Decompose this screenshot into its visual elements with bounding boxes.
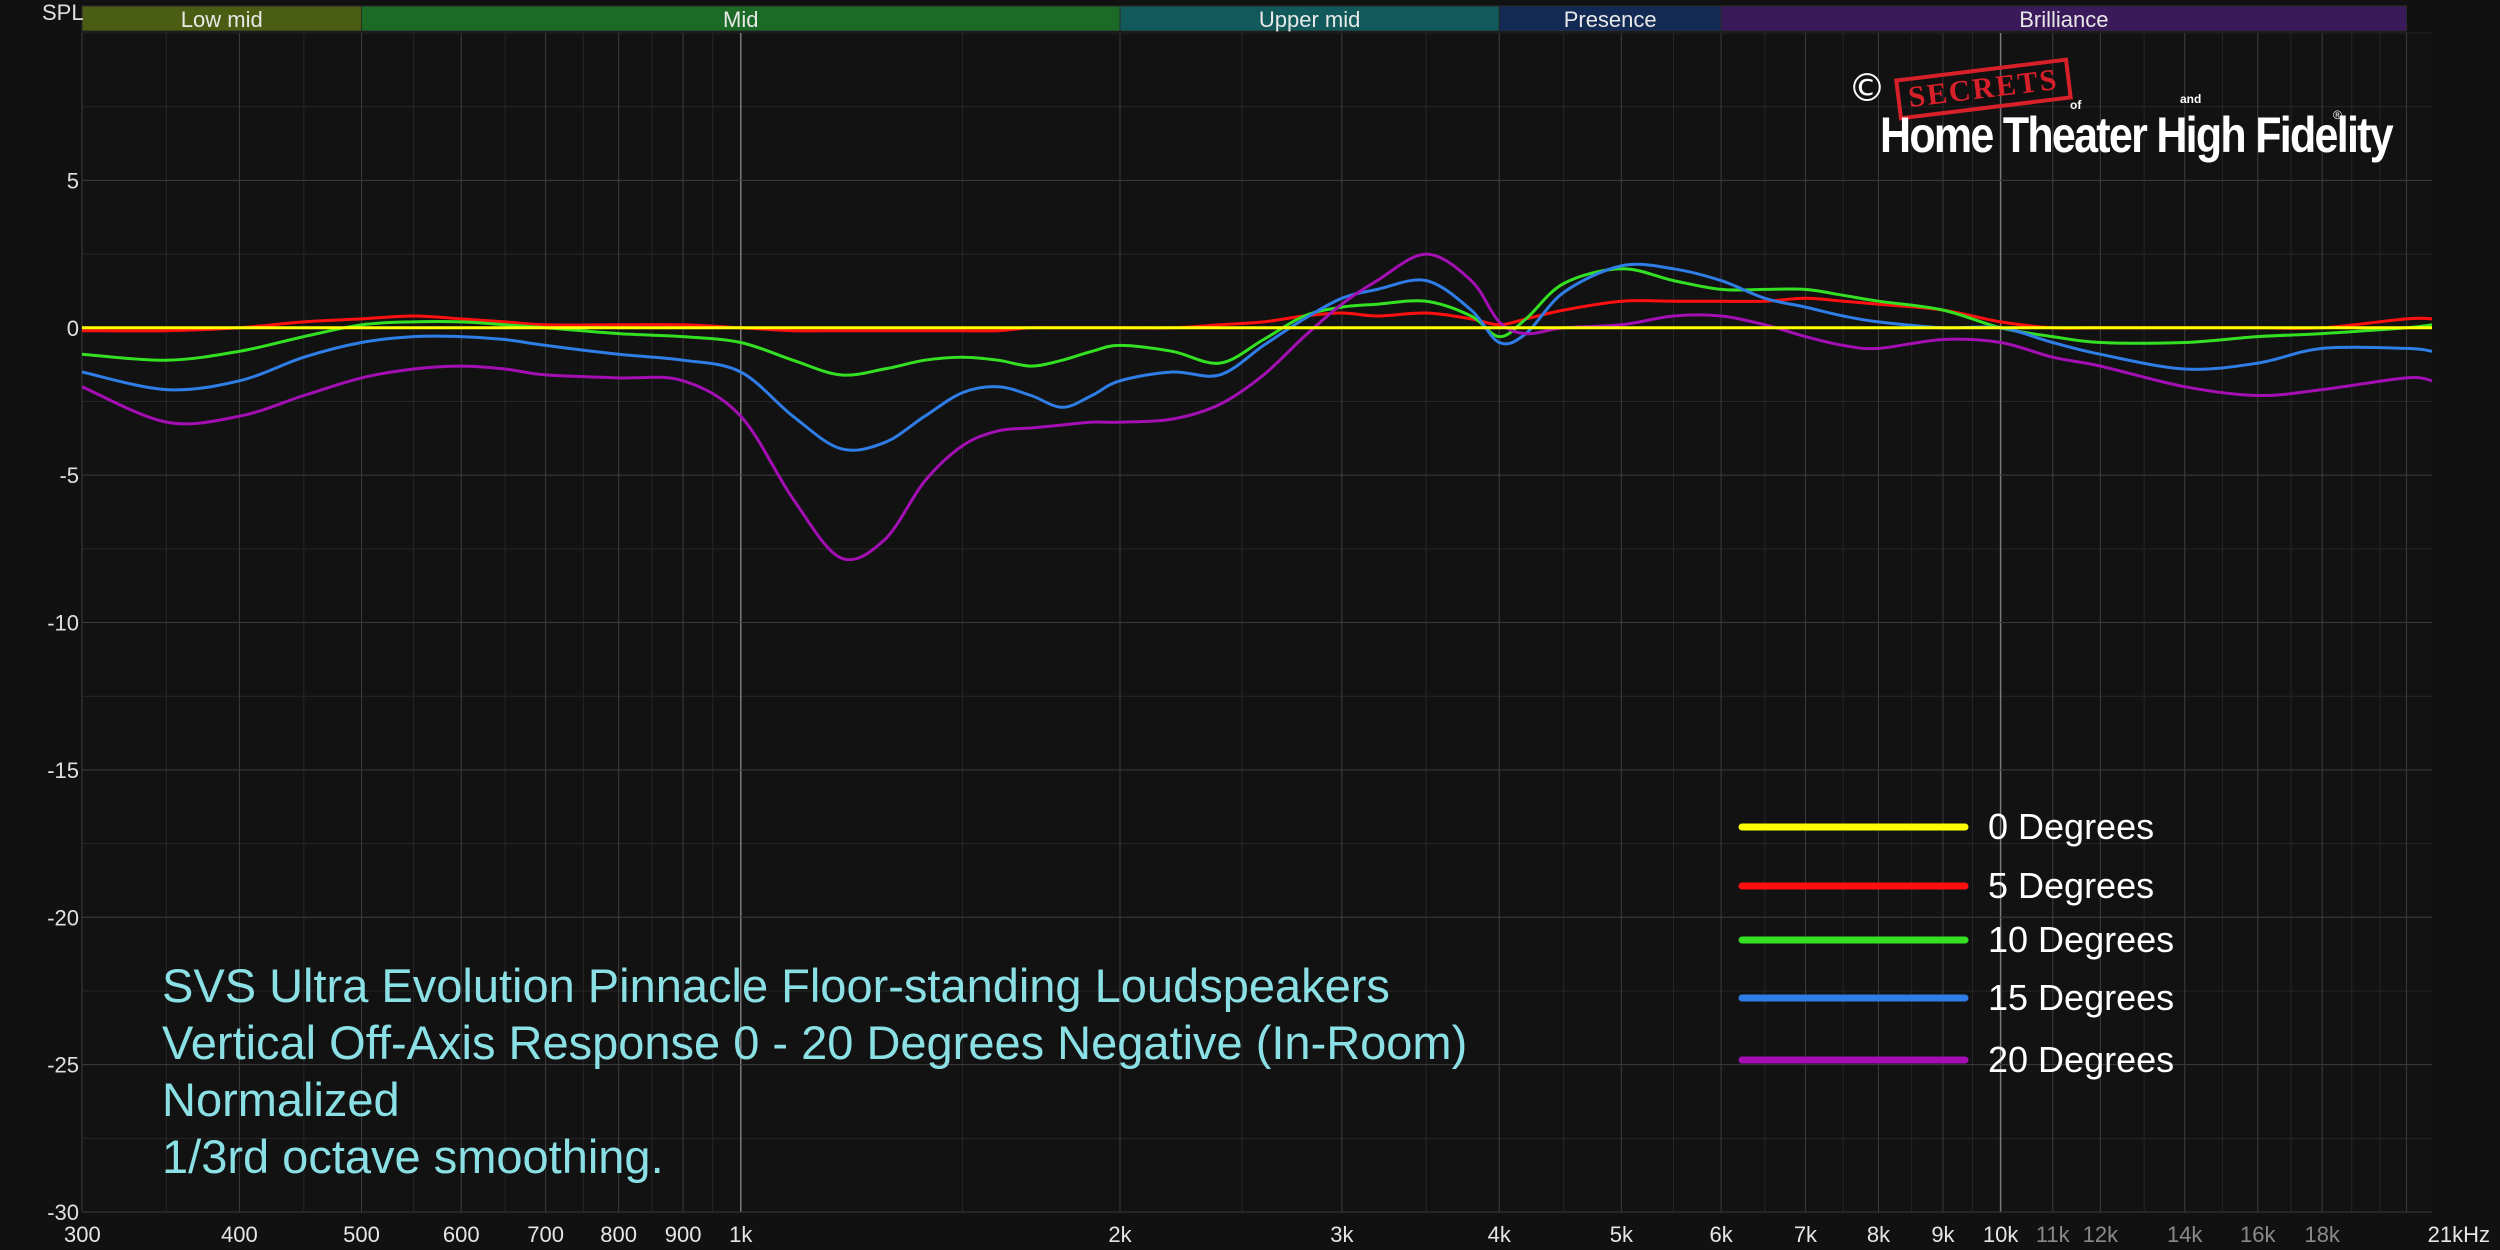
x-tick-label: 9k (1931, 1222, 1955, 1247)
x-tick-label: 8k (1867, 1222, 1891, 1247)
y-tick-label: -5 (59, 463, 79, 488)
x-tick-label: 600 (443, 1222, 480, 1247)
band-label: Low mid (181, 7, 263, 32)
x-tick-label: 300 (64, 1222, 101, 1247)
chart-caption: SVS Ultra Evolution Pinnacle Floor-stand… (162, 957, 1467, 1185)
x-tick-label: 7k (1794, 1222, 1818, 1247)
y-tick-label: 0 (67, 316, 79, 341)
x-tick-label: 4k (1488, 1222, 1512, 1247)
x-tick-label: 6k (1709, 1222, 1733, 1247)
legend-label: 10 Degrees (1988, 919, 2174, 960)
x-tick-label: 900 (665, 1222, 702, 1247)
band-strip: Low mid Mid Upper mid Presence Brilliance (81, 5, 2408, 32)
y-tick-label: -15 (47, 758, 79, 783)
y-tick-label: -20 (47, 905, 79, 930)
logo-and-text: and (2180, 92, 2202, 106)
caption-line-1: SVS Ultra Evolution Pinnacle Floor-stand… (162, 959, 1390, 1012)
x-tick-label: 18k (2304, 1222, 2340, 1247)
x-tick-label: 16k (2240, 1222, 2276, 1247)
legend-label: 5 Degrees (1988, 865, 2154, 906)
band-label: Brilliance (2019, 7, 2108, 32)
y-tick-label: -25 (47, 1053, 79, 1078)
x-tick-label: 800 (600, 1222, 637, 1247)
secrets-logo: © SECRETS of and Home Theater High Fidel… (1848, 57, 2394, 172)
logo-main-text: Home Theater High Fidelity (1880, 107, 2394, 163)
x-tick-label: 10k (1983, 1222, 2019, 1247)
caption-line-2: Vertical Off-Axis Response 0 - 20 Degree… (162, 1016, 1468, 1069)
x-tick-label: 21kHz (2428, 1222, 2490, 1247)
y-axis-ticks: 50-5-10-15-20-25-30 (47, 168, 79, 1225)
x-tick-label: 400 (221, 1222, 258, 1247)
y-tick-label: 5 (67, 168, 79, 193)
legend-label: 0 Degrees (1988, 806, 2154, 847)
y-axis-label: SPL (42, 0, 84, 25)
band-label: Presence (1564, 7, 1657, 32)
caption-line-4: 1/3rd octave smoothing. (162, 1130, 664, 1183)
x-tick-label: 1k (729, 1222, 753, 1247)
x-tick-label: 500 (343, 1222, 380, 1247)
copyright-symbol: © (1848, 66, 1886, 110)
x-tick-label: 700 (527, 1222, 564, 1247)
legend-label: 15 Degrees (1988, 977, 2174, 1018)
x-tick-label: 11k (2036, 1222, 2071, 1247)
legend-label: 20 Degrees (1988, 1039, 2174, 1080)
x-tick-label: 14k (2167, 1222, 2203, 1247)
registered-mark: ® (2333, 108, 2342, 122)
x-tick-label: 5k (1610, 1222, 1634, 1247)
band-label: Mid (723, 7, 758, 32)
band-label: Upper mid (1259, 7, 1360, 32)
caption-line-3: Normalized (162, 1073, 400, 1126)
y-tick-label: -10 (47, 611, 79, 636)
x-tick-label: 2k (1108, 1222, 1132, 1247)
x-tick-label: 12k (2083, 1222, 2119, 1247)
x-tick-label: 3k (1330, 1222, 1354, 1247)
x-axis-ticks: 300 400 500 600 700 800 900 1k 2k 3k 4k 5k 6k 7k 8k 9k 1… (64, 1222, 2490, 1247)
